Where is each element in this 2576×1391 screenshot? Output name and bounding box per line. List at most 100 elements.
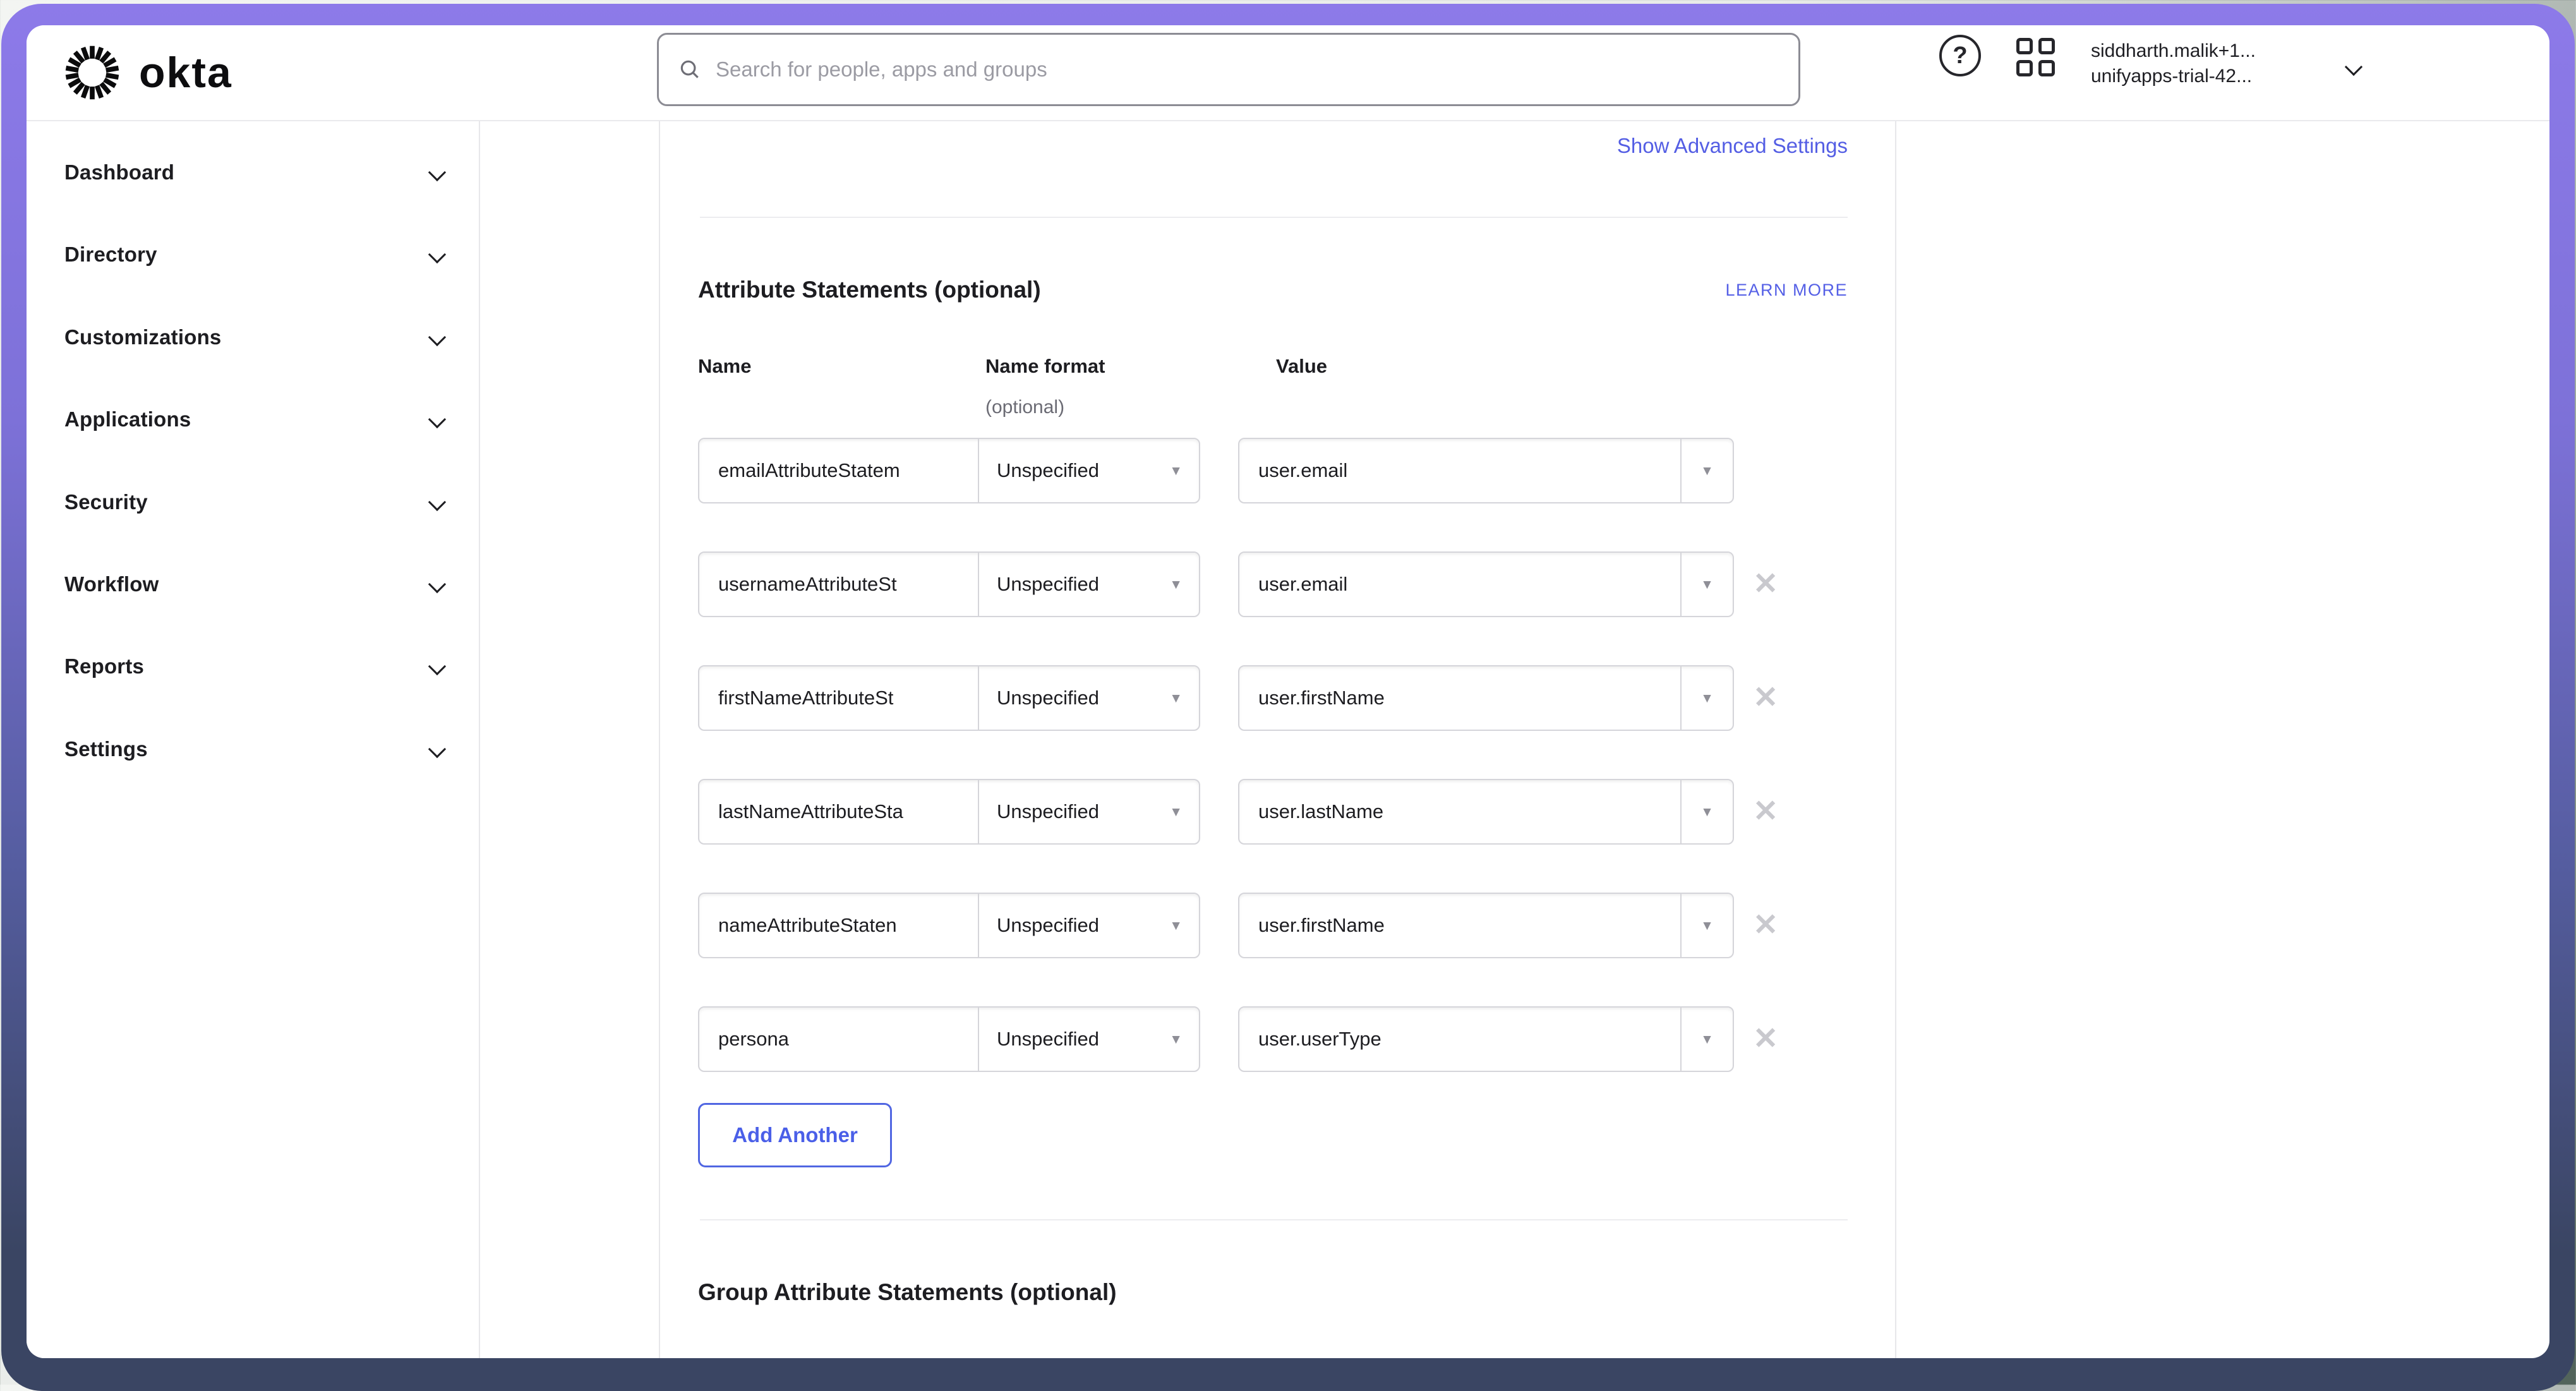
dropdown-arrow-icon: ▼ [1169, 464, 1183, 478]
attribute-value-input[interactable] [1239, 1008, 1682, 1071]
okta-logo[interactable]: okta [62, 33, 232, 112]
remove-icon[interactable]: ✕ [1753, 797, 1778, 827]
attribute-value-input[interactable] [1239, 666, 1682, 730]
attribute-row: Unspecified ▼ ▼ ✕ [698, 665, 1848, 731]
attribute-name-input[interactable] [699, 780, 979, 843]
dropdown-arrow-icon: ▼ [1169, 692, 1183, 705]
attribute-row: Unspecified ▼ ▼ ✕ [698, 893, 1848, 958]
name-format-select[interactable]: Unspecified ▼ [979, 894, 1199, 957]
name-format-group: Unspecified ▼ [698, 1006, 1200, 1072]
attribute-name-input[interactable] [699, 666, 979, 730]
value-dropdown-button[interactable]: ▼ [1682, 1008, 1733, 1071]
value-dropdown-button[interactable]: ▼ [1682, 553, 1733, 616]
dropdown-arrow-icon: ▼ [1169, 805, 1183, 819]
account-org: unifyapps-trial-42... [2091, 64, 2331, 89]
dropdown-arrow-icon: ▼ [1169, 1033, 1183, 1046]
attribute-value-input[interactable] [1239, 553, 1682, 616]
chevron-down-icon[interactable] [2345, 58, 2362, 76]
sidebar-item-reports[interactable]: Reports [64, 646, 443, 687]
attribute-row: Unspecified ▼ ▼ [698, 438, 1848, 503]
attribute-value-group: ▼ [1238, 893, 1734, 958]
chevron-down-icon [428, 328, 446, 346]
chevron-down-icon [428, 658, 446, 675]
value-dropdown-button[interactable]: ▼ [1682, 439, 1733, 502]
name-format-select[interactable]: Unspecified ▼ [979, 780, 1199, 843]
sidebar-item-dashboard[interactable]: Dashboard [64, 152, 443, 193]
okta-admin-window: okta ? siddharth.malik+1... unifyapps-tr… [27, 25, 2549, 1358]
remove-icon[interactable]: ✕ [1753, 1024, 1778, 1054]
column-header-format: Name format [985, 355, 1105, 378]
dropdown-arrow-icon: ▼ [1700, 805, 1714, 819]
chevron-down-icon [428, 411, 446, 428]
column-header-name: Name [698, 355, 751, 378]
attribute-name-input[interactable] [699, 894, 979, 957]
name-format-group: Unspecified ▼ [698, 438, 1200, 503]
chevron-down-icon [428, 164, 446, 181]
dropdown-arrow-icon: ▼ [1700, 578, 1714, 591]
panel-border-right [1895, 121, 1896, 1358]
attribute-value-group: ▼ [1238, 779, 1734, 845]
value-dropdown-button[interactable]: ▼ [1682, 894, 1733, 957]
name-format-group: Unspecified ▼ [698, 779, 1200, 845]
column-header-value: Value [1276, 355, 1327, 378]
sidebar-item-settings[interactable]: Settings [64, 728, 443, 770]
attribute-name-input[interactable] [699, 553, 979, 616]
name-format-group: Unspecified ▼ [698, 551, 1200, 617]
account-menu[interactable]: siddharth.malik+1... unifyapps-trial-42.… [2091, 39, 2331, 89]
remove-icon[interactable]: ✕ [1753, 910, 1778, 941]
attribute-row: Unspecified ▼ ▼ ✕ [698, 551, 1848, 617]
search-input[interactable] [716, 57, 1779, 81]
chevron-down-icon [428, 740, 446, 758]
sidebar-item-directory[interactable]: Directory [64, 234, 443, 275]
dropdown-arrow-icon: ▼ [1700, 692, 1714, 705]
dropdown-arrow-icon: ▼ [1169, 919, 1183, 932]
value-dropdown-button[interactable]: ▼ [1682, 666, 1733, 730]
attribute-value-input[interactable] [1239, 894, 1682, 957]
panel-border-left [659, 121, 660, 1358]
sidebar-border [479, 121, 480, 1358]
chevron-down-icon [428, 493, 446, 511]
sidebar-item-security[interactable]: Security [64, 481, 443, 523]
account-user: siddharth.malik+1... [2091, 39, 2331, 64]
search-icon [678, 57, 702, 81]
help-icon[interactable]: ? [1939, 35, 1981, 76]
attribute-value-group: ▼ [1238, 438, 1734, 503]
attribute-name-input[interactable] [699, 1008, 979, 1071]
dropdown-arrow-icon: ▼ [1700, 464, 1714, 478]
top-bar: okta ? siddharth.malik+1... unifyapps-tr… [27, 25, 2549, 120]
global-search [657, 33, 1800, 106]
group-attribute-statements-title: Group Attribute Statements (optional) [698, 1279, 1117, 1306]
attribute-value-input[interactable] [1239, 780, 1682, 843]
dropdown-arrow-icon: ▼ [1700, 1033, 1714, 1046]
attribute-value-group: ▼ [1238, 1006, 1734, 1072]
section-divider [700, 217, 1848, 218]
attribute-value-input[interactable] [1239, 439, 1682, 502]
attribute-value-group: ▼ [1238, 665, 1734, 731]
sidebar-item-applications[interactable]: Applications [64, 399, 443, 440]
name-format-select[interactable]: Unspecified ▼ [979, 1008, 1199, 1071]
apps-grid-icon[interactable] [2016, 38, 2055, 77]
dropdown-arrow-icon: ▼ [1169, 578, 1183, 591]
add-another-button[interactable]: Add Another [698, 1103, 892, 1167]
value-dropdown-button[interactable]: ▼ [1682, 780, 1733, 843]
attribute-row: Unspecified ▼ ▼ ✕ [698, 1006, 1848, 1072]
name-format-select[interactable]: Unspecified ▼ [979, 666, 1199, 730]
column-note-optional: (optional) [985, 397, 1064, 418]
attribute-name-input[interactable] [699, 439, 979, 502]
name-format-select[interactable]: Unspecified ▼ [979, 553, 1199, 616]
show-advanced-settings-link[interactable]: Show Advanced Settings [698, 134, 1848, 158]
remove-icon[interactable]: ✕ [1753, 683, 1778, 713]
learn-more-link[interactable]: LEARN MORE [698, 280, 1848, 300]
sidebar-nav: Dashboard Directory Customizations Appli… [27, 121, 479, 1358]
remove-icon[interactable]: ✕ [1753, 569, 1778, 599]
section-divider [700, 1219, 1848, 1220]
name-format-group: Unspecified ▼ [698, 665, 1200, 731]
okta-wordmark: okta [139, 48, 232, 97]
okta-starburst-icon [62, 42, 123, 103]
sidebar-item-workflow[interactable]: Workflow [64, 563, 443, 605]
sidebar-item-customizations[interactable]: Customizations [64, 316, 443, 358]
chevron-down-icon [428, 575, 446, 593]
name-format-select[interactable]: Unspecified ▼ [979, 439, 1199, 502]
attribute-row: Unspecified ▼ ▼ ✕ [698, 779, 1848, 845]
attribute-value-group: ▼ [1238, 551, 1734, 617]
